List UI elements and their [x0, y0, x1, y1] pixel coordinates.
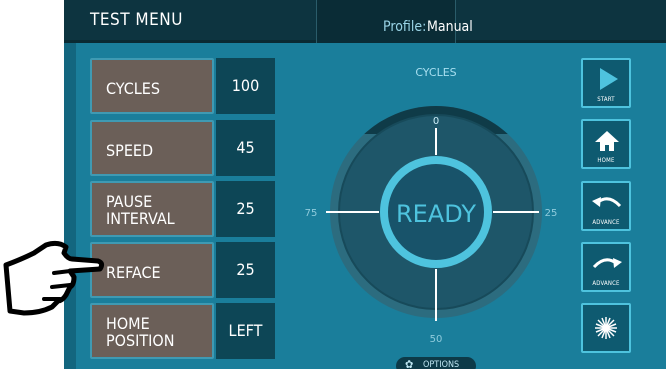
options-label: OPTIONS	[423, 360, 460, 369]
home-button[interactable]: HOME	[581, 119, 631, 169]
app-screen: TEST MENU Profile: Manual CYCLES 100 SPE…	[64, 0, 666, 369]
advance-left-button[interactable]: ADVANCE	[581, 181, 631, 231]
pointing-hand-icon	[3, 240, 105, 316]
home-caption: HOME	[597, 157, 615, 164]
dial-label-left: 75	[305, 208, 318, 219]
dial-title: CYCLES	[415, 66, 456, 79]
status-text: READY	[396, 200, 476, 228]
play-icon	[600, 68, 618, 90]
dial-label-right: 25	[545, 208, 558, 219]
home-icon	[595, 131, 619, 151]
cycles-dial: CYCLES 0 25 50 75 READY	[305, 66, 558, 345]
gear-icon: ✿	[405, 358, 414, 369]
arrow-right-curve-icon	[592, 258, 622, 269]
arrow-left-curve-icon	[592, 197, 622, 208]
dial-label-bottom: 50	[430, 334, 443, 345]
laser-icon	[595, 317, 617, 339]
options-button[interactable]: ✿ OPTIONS	[396, 357, 476, 369]
advance-right-caption: ADVANCE	[592, 280, 620, 287]
start-button[interactable]: START	[581, 58, 631, 108]
advance-right-button[interactable]: ADVANCE	[581, 242, 631, 292]
advance-left-caption: ADVANCE	[592, 219, 620, 226]
dial-label-top: 0	[433, 116, 439, 127]
laser-button[interactable]	[581, 303, 631, 353]
start-caption: START	[597, 96, 615, 103]
